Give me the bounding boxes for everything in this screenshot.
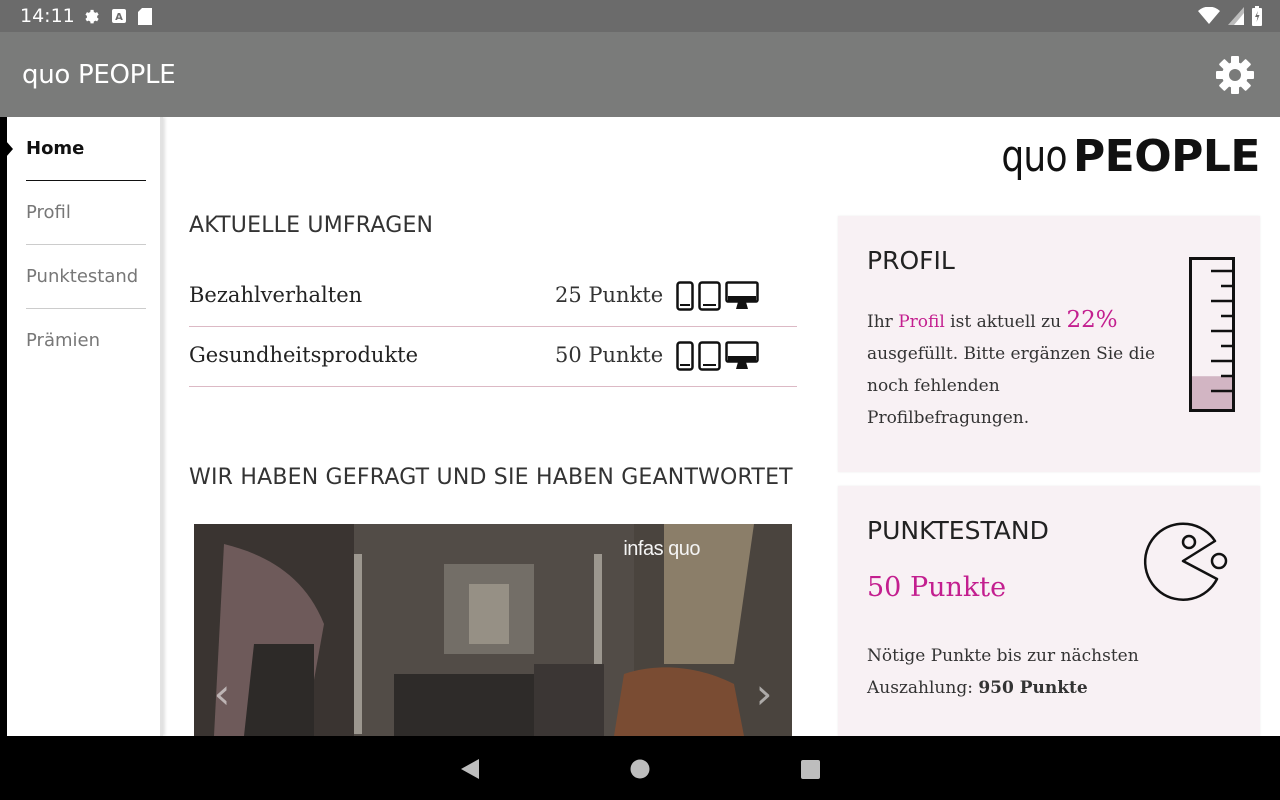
battery-icon — [1252, 6, 1262, 26]
status-time: 14:11 — [20, 5, 75, 27]
surveys-title: AKTUELLE UMFRAGEN — [189, 213, 434, 238]
sidebar-item-label: Profil — [26, 202, 71, 223]
results-carousel[interactable]: infas quo ‹ › — [194, 524, 792, 736]
system-nav-bar — [0, 736, 1280, 800]
carousel-brand: infas quo — [623, 538, 700, 560]
text: ist aktuell zu — [944, 312, 1067, 332]
gear-icon — [1216, 56, 1254, 94]
smartphone-icon — [676, 341, 694, 371]
needed-points-text: Nötige Punkte bis zur nächsten Auszahlun… — [867, 640, 1197, 704]
measuring-cylinder-icon — [1189, 257, 1235, 412]
survey-points: 25 Punkte — [555, 283, 664, 307]
status-bar: 14:11 A — [0, 0, 1280, 32]
home-icon[interactable] — [625, 754, 655, 784]
tablet-icon — [698, 341, 721, 371]
chevron-left-icon[interactable]: ‹ — [202, 673, 242, 715]
sidebar: Home Profil Punktestand Prämien — [6, 117, 163, 736]
active-pointer-icon — [6, 141, 13, 157]
app-title: quo PEOPLE — [22, 60, 176, 90]
settings-icon — [85, 9, 99, 24]
font-icon: A — [112, 9, 126, 23]
logo: quo PEOPLE — [987, 131, 1261, 182]
profil-card-title: PROFIL — [867, 246, 955, 275]
main-content: Home Profil Punktestand Prämien quo PEOPL… — [0, 117, 1280, 736]
device-icons — [676, 281, 759, 311]
sidebar-item-profil[interactable]: Profil — [26, 181, 146, 245]
current-points: 50 Punkte — [867, 572, 1007, 603]
carousel-photo — [194, 524, 792, 736]
text: ausgefüllt. Bitte ergänzen Sie die noch … — [867, 344, 1156, 428]
sd-card-icon — [138, 7, 152, 25]
logo-people: PEOPLE — [1072, 131, 1261, 182]
signal-icon — [1228, 7, 1244, 25]
profil-card-text: Ihr Profil ist aktuell zu 22% ausgefüllt.… — [867, 304, 1167, 434]
pacman-icon — [1143, 522, 1228, 601]
punktestand-card-title: PUNKTESTAND — [867, 516, 1049, 545]
survey-points: 50 Punkte — [555, 343, 664, 367]
smartphone-icon — [676, 281, 694, 311]
sidebar-item-label: Punktestand — [26, 266, 139, 287]
back-icon[interactable] — [455, 754, 485, 784]
svg-text:A: A — [115, 12, 123, 23]
profil-card[interactable]: PROFIL Ihr Profil ist aktuell zu 22% ausg… — [838, 216, 1260, 472]
survey-name: Bezahlverhalten — [189, 283, 363, 307]
sidebar-item-praemien[interactable]: Prämien — [26, 309, 146, 373]
tablet-icon — [698, 281, 721, 311]
survey-name: Gesundheitsprodukte — [189, 343, 419, 367]
logo-quo: quo — [1001, 131, 1068, 182]
needed-points-value: 950 Punkte — [978, 678, 1088, 698]
profil-percent: 22% — [1066, 307, 1118, 333]
survey-row[interactable]: Gesundheitsprodukte 50 Punkte — [189, 327, 797, 387]
desktop-icon — [725, 341, 759, 369]
recents-icon[interactable] — [795, 754, 825, 784]
device-icons — [676, 341, 759, 371]
text: Ihr — [867, 312, 899, 332]
sidebar-item-home[interactable]: Home — [26, 117, 146, 181]
sidebar-item-punktestand[interactable]: Punktestand — [26, 245, 146, 309]
answered-title: WIR HABEN GEFRAGT UND SIE HABEN GEANTWOR… — [189, 465, 793, 490]
punktestand-card[interactable]: PUNKTESTAND 50 Punkte Nötige Punkte bis … — [838, 486, 1260, 736]
drawer-edge — [0, 117, 7, 736]
desktop-icon — [725, 281, 759, 309]
chevron-right-icon[interactable]: › — [744, 673, 784, 715]
settings-button[interactable] — [1214, 54, 1256, 96]
wifi-icon — [1198, 7, 1220, 24]
survey-row[interactable]: Bezahlverhalten 25 Punkte — [189, 267, 797, 327]
app-bar: quo PEOPLE — [0, 32, 1280, 117]
profil-link[interactable]: Profil — [898, 312, 945, 332]
sidebar-item-label: Prämien — [26, 330, 100, 351]
sidebar-item-label: Home — [26, 138, 85, 159]
